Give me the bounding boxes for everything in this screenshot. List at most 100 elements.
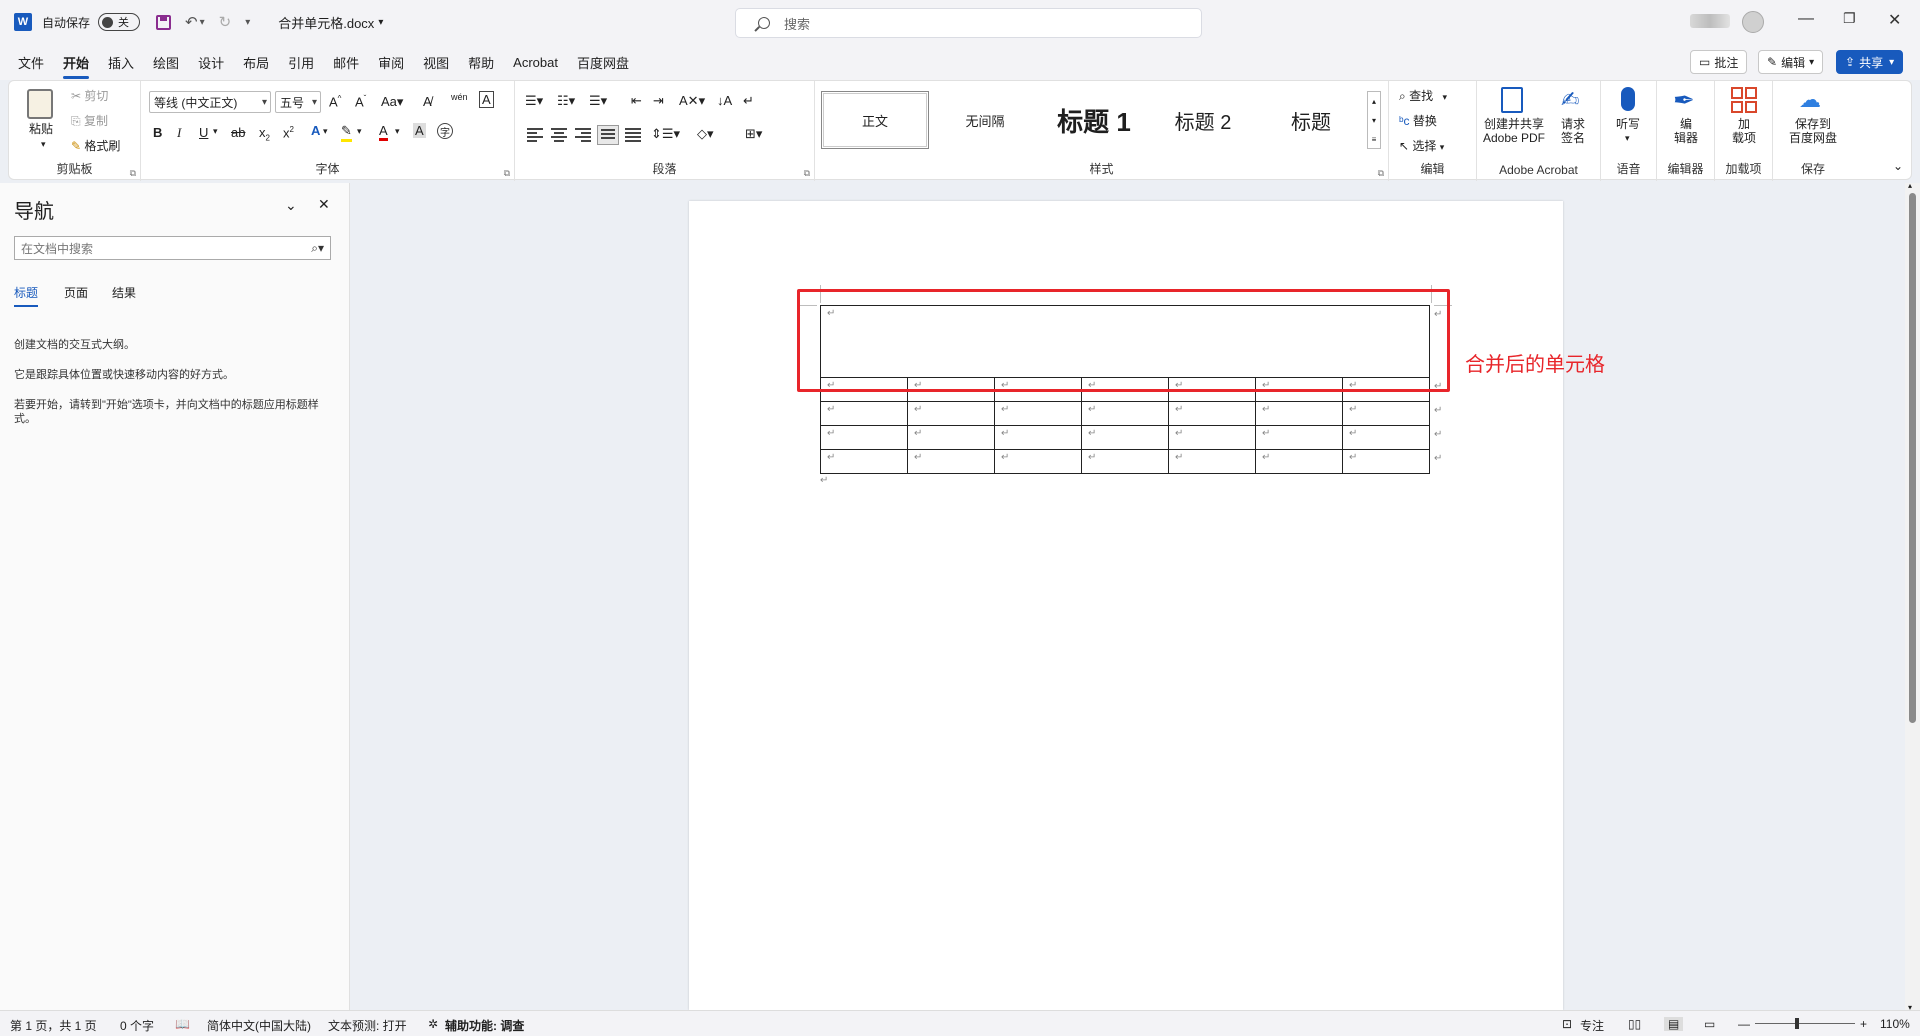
table-cell[interactable]: ↵ — [907, 449, 995, 474]
find-button[interactable]: ⌕ 查找 ▾ — [1399, 87, 1447, 104]
style-title[interactable]: 标题 — [1259, 91, 1363, 149]
focus-icon[interactable]: ⊡ — [1562, 1017, 1572, 1031]
table-cell[interactable]: ↵ — [994, 401, 1082, 426]
word-count[interactable]: 0 个字 — [120, 1017, 154, 1034]
increase-indent-icon[interactable]: ⇥ — [653, 93, 664, 109]
paste-dropdown-icon[interactable]: ▾ — [41, 139, 46, 150]
page-count[interactable]: 第 1 页，共 1 页 — [10, 1017, 97, 1034]
table-cell[interactable]: ↵ — [907, 401, 995, 426]
addins-icon[interactable] — [1731, 87, 1757, 113]
tab-acrobat[interactable]: Acrobat — [513, 55, 558, 70]
table-cell[interactable]: ↵ — [820, 401, 908, 426]
table-cell[interactable]: ↵ — [1255, 449, 1343, 474]
language-status[interactable]: 简体中文(中国大陆) — [207, 1017, 311, 1034]
tab-home[interactable]: 开始 — [63, 53, 90, 79]
tab-file[interactable]: 文件 — [18, 53, 44, 72]
cut-button[interactable]: ✂ 剪切 — [71, 87, 108, 104]
tab-references[interactable]: 引用 — [288, 53, 314, 72]
avatar[interactable] — [1742, 11, 1764, 33]
user-name[interactable] — [1690, 14, 1730, 28]
dialog-launcher-icon[interactable]: ⧉ — [804, 168, 810, 179]
subscript-icon[interactable]: x2 — [259, 125, 270, 143]
tab-mailings[interactable]: 邮件 — [333, 53, 359, 72]
underline-dropdown-icon[interactable]: ▾ — [213, 126, 218, 137]
dialog-launcher-icon[interactable]: ⧉ — [130, 168, 136, 179]
search-icon[interactable]: ⌕▾ — [311, 241, 324, 256]
line-spacing-icon[interactable]: ⇕☰▾ — [651, 126, 680, 142]
autosave-toggle[interactable]: 关 — [98, 13, 141, 31]
table-cell[interactable]: ↵ — [994, 425, 1082, 450]
format-painter-button[interactable]: ✎ 格式刷 — [71, 137, 120, 154]
microphone-icon[interactable] — [1621, 87, 1635, 111]
distributed-icon[interactable] — [625, 128, 641, 142]
addins-button[interactable]: 加载项 — [1729, 117, 1759, 145]
save-icon[interactable] — [156, 14, 172, 30]
tab-layout[interactable]: 布局 — [243, 53, 269, 72]
focus-mode-button[interactable]: 专注 — [1580, 1017, 1604, 1034]
chevron-up-icon[interactable]: ▴ — [1368, 92, 1380, 111]
font-color-dropdown-icon[interactable]: ▾ — [395, 126, 400, 137]
customize-quick-access-icon[interactable]: ▾ — [245, 17, 250, 28]
multilevel-list-icon[interactable]: ☰▾ — [589, 93, 607, 109]
highlight-dropdown-icon[interactable]: ▾ — [357, 126, 362, 137]
table-cell[interactable]: ↵ — [1168, 401, 1256, 426]
table-cell[interactable]: ↵ — [1081, 425, 1169, 450]
text-effects-icon[interactable]: A — [311, 123, 320, 138]
text-effects-dropdown-icon[interactable]: ▾ — [323, 126, 328, 137]
zoom-in-icon[interactable]: + — [1860, 1017, 1867, 1031]
chevron-down-icon[interactable]: ▾ — [378, 17, 383, 28]
select-button[interactable]: ↖ 选择 ▾ — [1399, 137, 1444, 154]
table-cell[interactable]: ↵ — [1255, 401, 1343, 426]
highlight-icon[interactable]: ✎ — [341, 123, 352, 142]
editor-pen-icon[interactable]: ✒ — [1673, 85, 1695, 116]
vertical-scrollbar[interactable]: ▴ ▾ — [1905, 181, 1920, 1012]
character-border-icon[interactable]: A — [479, 91, 494, 108]
minimize-icon[interactable]: — — [1798, 10, 1814, 28]
zoom-out-icon[interactable]: — — [1738, 1017, 1750, 1031]
numbering-icon[interactable]: ☷▾ — [557, 93, 575, 109]
bold-icon[interactable]: B — [153, 125, 162, 140]
italic-icon[interactable]: I — [177, 125, 181, 141]
zoom-level[interactable]: 110% — [1880, 1017, 1910, 1031]
show-formatting-marks-icon[interactable]: ↵ — [743, 93, 754, 109]
editing-mode-button[interactable]: ✎ 编辑 ▾ — [1758, 50, 1824, 74]
paste-icon[interactable] — [27, 89, 53, 119]
print-layout-icon[interactable]: ▤ — [1664, 1017, 1684, 1031]
styles-scroll[interactable]: ▴ ▾ ≡ — [1367, 91, 1381, 149]
font-size-select[interactable]: 五号 — [275, 91, 321, 113]
nav-tab-headings[interactable]: 标题 — [14, 284, 39, 307]
chevron-down-icon[interactable]: ▾ — [1368, 111, 1380, 130]
tab-draw[interactable]: 绘图 — [153, 53, 179, 72]
accessibility-status[interactable]: 辅助功能: 调查 — [445, 1017, 524, 1034]
table-cell[interactable]: ↵ — [1168, 425, 1256, 450]
tab-design[interactable]: 设计 — [198, 53, 224, 72]
table-cell[interactable]: ↵ — [1255, 425, 1343, 450]
more-styles-icon[interactable]: ≡ — [1368, 130, 1380, 149]
phonetic-guide-icon[interactable]: wén — [451, 92, 468, 102]
font-name-select[interactable]: 等线 (中文正文) — [149, 91, 271, 113]
save-to-baidu-button[interactable]: 保存到 百度网盘 — [1779, 117, 1847, 145]
read-mode-icon[interactable]: ▯▯ — [1628, 1017, 1641, 1031]
comments-button[interactable]: ▭ 批注 — [1690, 50, 1748, 74]
table-cell[interactable]: ↵ — [1342, 449, 1430, 474]
restore-icon[interactable]: ❐ — [1843, 10, 1856, 27]
align-left-icon[interactable] — [527, 128, 543, 142]
grow-font-icon[interactable]: A^ — [329, 94, 341, 109]
table-cell[interactable]: ↵ — [1342, 401, 1430, 426]
tab-review[interactable]: 审阅 — [378, 53, 404, 72]
tab-view[interactable]: 视图 — [423, 53, 449, 72]
table-cell[interactable]: ↵ — [1342, 425, 1430, 450]
bullets-icon[interactable]: ☰▾ — [525, 93, 543, 109]
align-center-icon[interactable] — [551, 128, 567, 142]
table-cell[interactable]: ↵ — [907, 425, 995, 450]
document-title[interactable]: 合并单元格.docx — [278, 13, 374, 32]
tab-help[interactable]: 帮助 — [468, 53, 494, 72]
accessibility-icon[interactable]: ✲ — [428, 1017, 438, 1031]
nav-tab-results[interactable]: 结果 — [112, 284, 136, 301]
create-share-pdf-button[interactable]: 创建并共享 Adobe PDF — [1479, 117, 1549, 145]
nav-options-icon[interactable]: ⌄ — [285, 197, 297, 214]
request-signature-button[interactable]: 请求 签名 — [1557, 117, 1589, 145]
tab-insert[interactable]: 插入 — [108, 53, 134, 72]
close-icon[interactable]: ✕ — [318, 196, 330, 213]
decrease-indent-icon[interactable]: ⇤ — [631, 93, 642, 109]
